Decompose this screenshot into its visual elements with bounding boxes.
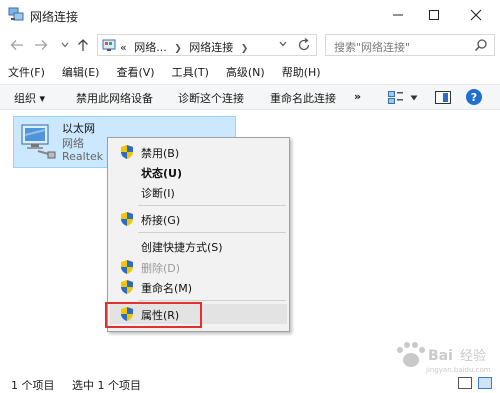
- status-bar: 1 个项目 选中 1 个项目: [0, 374, 500, 393]
- svg-text:jingyan.baidu.com: jingyan.baidu.com: [425, 366, 491, 374]
- command-bar: 组织 ▾ 禁用此网络设备 诊断这个连接 重命名此连接 » ?: [0, 84, 500, 110]
- minimize-button[interactable]: [378, 0, 418, 30]
- context-item-label: 删除(D): [141, 262, 181, 275]
- context-item-disable[interactable]: 禁用(B): [110, 142, 287, 162]
- up-button[interactable]: [74, 36, 92, 54]
- context-item-label: 诊断(I): [141, 187, 175, 200]
- search-placeholder: 搜索"网络连接": [334, 41, 411, 54]
- item-count: 1 个项目: [11, 379, 55, 392]
- change-view-icon[interactable]: [388, 91, 404, 104]
- context-item-diagnose[interactable]: 诊断(I): [110, 182, 287, 202]
- uac-shield-icon: [121, 260, 133, 274]
- connection-status: 网络: [62, 137, 84, 150]
- uac-shield-icon: [121, 145, 133, 159]
- context-separator: [138, 232, 286, 233]
- menu-view[interactable]: 查看(V): [108, 62, 163, 82]
- connection-name: 以太网: [62, 122, 95, 135]
- view-options-dropdown-icon[interactable]: [410, 95, 418, 101]
- back-button[interactable]: [8, 36, 26, 54]
- back-arrow-icon: [10, 40, 23, 50]
- context-item-label: 桥接(G): [141, 214, 181, 227]
- search-input[interactable]: 搜索"网络连接": [325, 34, 495, 56]
- context-item-status[interactable]: 状态(U): [110, 162, 287, 182]
- chevron-down-icon: [61, 42, 69, 48]
- maximize-button[interactable]: [414, 0, 454, 30]
- close-button[interactable]: [456, 0, 496, 30]
- title-bar: 网络连接: [0, 0, 500, 30]
- minimize-icon: [393, 14, 403, 16]
- menu-help[interactable]: 帮助(H): [274, 62, 330, 82]
- context-item-label: 重命名(M): [141, 282, 193, 295]
- breadcrumb-overflow[interactable]: «: [120, 41, 127, 54]
- navigation-row: « 网络... ❯ 网络连接 ❯ 搜索"网络连接": [0, 32, 500, 58]
- maximize-icon: [429, 10, 439, 20]
- address-dropdown-icon[interactable]: [279, 41, 287, 47]
- context-item-label: 状态(U): [141, 167, 182, 180]
- rename-connection-button[interactable]: 重命名此连接: [270, 90, 336, 106]
- breadcrumb-separator-icon[interactable]: ❯: [174, 44, 182, 54]
- breadcrumb-item-network[interactable]: 网络...: [134, 41, 167, 54]
- context-separator: [138, 205, 286, 206]
- close-icon: [470, 9, 482, 21]
- menu-file[interactable]: 文件(F): [0, 62, 54, 82]
- menu-tools[interactable]: 工具(T): [164, 62, 218, 82]
- search-icon[interactable]: [474, 38, 488, 52]
- help-icon[interactable]: ?: [466, 89, 482, 105]
- baidu-watermark-logo: Bai 经验 jingyan.baidu.com: [397, 342, 491, 374]
- uac-shield-icon: [121, 280, 133, 294]
- context-item-rename[interactable]: 重命名(M): [110, 277, 287, 297]
- selection-count: 选中 1 个项目: [72, 379, 141, 392]
- context-item-bridge[interactable]: 桥接(G): [110, 209, 287, 229]
- breadcrumb: « 网络... ❯ 网络连接 ❯: [120, 39, 252, 55]
- context-item-label: 禁用(B): [141, 147, 180, 160]
- disable-device-button[interactable]: 禁用此网络设备: [76, 90, 153, 106]
- properties-highlight-box: [105, 302, 202, 328]
- network-connections-icon: [8, 7, 24, 21]
- uac-shield-icon: [121, 212, 133, 226]
- context-separator: [138, 300, 286, 301]
- control-panel-icon: [102, 39, 116, 51]
- forward-arrow-icon: [35, 40, 48, 50]
- context-item-create-shortcut[interactable]: 创建快捷方式(S): [110, 236, 287, 256]
- recent-locations-button[interactable]: [56, 36, 74, 54]
- refresh-icon[interactable]: [296, 37, 312, 53]
- diagnose-connection-button[interactable]: 诊断这个连接: [178, 90, 244, 106]
- svg-text:经验: 经验: [460, 348, 486, 364]
- window-title: 网络连接: [30, 10, 79, 24]
- more-commands-button[interactable]: »: [354, 90, 361, 103]
- context-item-label: 创建快捷方式(S): [141, 241, 223, 254]
- menu-bar: 文件(F) 编辑(E) 查看(V) 工具(T) 高级(N) 帮助(H): [0, 62, 500, 82]
- network-adapter-icon: [21, 124, 56, 159]
- organize-button[interactable]: 组织 ▾: [14, 90, 45, 106]
- preview-pane-icon[interactable]: [435, 91, 451, 104]
- breadcrumb-separator-icon[interactable]: ❯: [241, 44, 249, 54]
- svg-text:Bai: Bai: [428, 348, 453, 364]
- menu-edit[interactable]: 编辑(E): [54, 62, 109, 82]
- menu-advanced[interactable]: 高级(N): [218, 62, 274, 82]
- connection-device: Realtek P: [62, 150, 114, 163]
- breadcrumb-item-connections[interactable]: 网络连接: [189, 41, 233, 54]
- details-view-icon[interactable]: [458, 377, 472, 389]
- forward-button[interactable]: [32, 36, 50, 54]
- up-arrow-icon: [78, 39, 88, 51]
- context-item-delete: 删除(D): [110, 257, 287, 277]
- tiles-view-icon[interactable]: [478, 377, 492, 389]
